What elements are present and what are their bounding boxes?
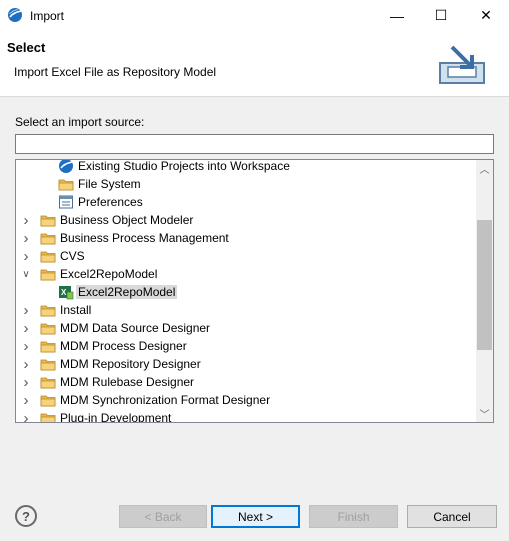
- help-icon[interactable]: ?: [15, 505, 37, 527]
- tree-item-label: File System: [78, 177, 141, 191]
- page-title: Select: [7, 40, 46, 55]
- tree-item-label: Business Object Modeler: [60, 213, 194, 227]
- chevron-right-icon[interactable]: ›: [20, 392, 32, 409]
- chevron-right-icon[interactable]: ›: [20, 248, 32, 265]
- tree-item-label: Plug-in Development: [60, 411, 172, 423]
- chevron-right-icon[interactable]: ›: [20, 356, 32, 373]
- folder-icon: [40, 356, 56, 372]
- vertical-scrollbar[interactable]: ︿ ﹀: [476, 160, 493, 422]
- tree-item-label: CVS: [60, 249, 85, 263]
- close-button[interactable]: ✕: [463, 0, 509, 31]
- chevron-right-icon[interactable]: ›: [20, 302, 32, 319]
- tree-item-label: Excel2RepoModel: [60, 267, 158, 281]
- tree-item-label: Preferences: [78, 195, 143, 209]
- minimize-icon: —: [390, 7, 404, 24]
- import-source-label: Select an import source:: [15, 115, 145, 129]
- folder-icon: [40, 302, 56, 318]
- folder-icon: [40, 374, 56, 390]
- folder-icon: [40, 230, 56, 246]
- back-button[interactable]: < Back: [119, 505, 207, 528]
- tree-item[interactable]: › MDM Repository Designer: [16, 355, 476, 373]
- tree-item-label: MDM Rulebase Designer: [60, 375, 195, 389]
- import-source-tree[interactable]: › Plug-in Development › MDM Synchronization…: [15, 159, 494, 423]
- tree-item[interactable]: File System: [16, 175, 476, 193]
- tree-item-label: MDM Synchronization Format Designer: [60, 393, 271, 407]
- cancel-button[interactable]: Cancel: [407, 505, 497, 528]
- folder-icon: [58, 176, 74, 192]
- chevron-right-icon[interactable]: ›: [20, 212, 32, 229]
- chevron-down-icon[interactable]: ∨: [20, 267, 32, 281]
- preferences-icon: [58, 194, 74, 210]
- scroll-down-arrow-icon[interactable]: ﹀: [476, 405, 493, 422]
- tree-item[interactable]: › MDM Synchronization Format Designer: [16, 391, 476, 409]
- chevron-right-icon[interactable]: ›: [20, 320, 32, 337]
- tree-item[interactable]: › Business Process Management: [16, 229, 476, 247]
- tree-item[interactable]: › MDM Process Designer: [16, 337, 476, 355]
- tree-item-label: MDM Process Designer: [60, 339, 187, 353]
- filter-input[interactable]: [15, 134, 494, 154]
- minimize-button[interactable]: —: [374, 0, 420, 31]
- tree-item-label: MDM Repository Designer: [60, 357, 201, 371]
- tree-item[interactable]: › Plug-in Development: [16, 409, 476, 423]
- wizard-header: Select Import Excel File as Repository M…: [0, 31, 509, 97]
- folder-icon: [40, 410, 56, 422]
- folder-icon: [40, 248, 56, 264]
- tree-item[interactable]: X Excel2RepoModel: [16, 283, 476, 301]
- page-description: Import Excel File as Repository Model: [14, 65, 217, 79]
- folder-icon: [40, 338, 56, 354]
- tree-item[interactable]: › Business Object Modeler: [16, 211, 476, 229]
- title-bar: Import — ☐ ✕: [0, 0, 509, 31]
- scroll-up-arrow-icon[interactable]: ︿: [476, 160, 493, 177]
- tree-item[interactable]: › MDM Data Source Designer: [16, 319, 476, 337]
- import-wizard-icon: [439, 45, 485, 84]
- scroll-thumb[interactable]: [477, 220, 492, 350]
- tree-item[interactable]: › Install: [16, 301, 476, 319]
- studio-globe-icon: [58, 160, 74, 174]
- chevron-right-icon[interactable]: ›: [20, 374, 32, 391]
- chevron-right-icon[interactable]: ›: [20, 410, 32, 423]
- excel-icon: X: [58, 284, 74, 300]
- folder-icon: [40, 266, 56, 282]
- tree-item-label: Install: [60, 303, 92, 317]
- wizard-content: Select an import source: › Plug-in Develo…: [0, 98, 509, 481]
- tree-item[interactable]: › CVS: [16, 247, 476, 265]
- wizard-footer: ? < Back Next > Finish Cancel: [0, 481, 509, 541]
- folder-icon: [40, 320, 56, 336]
- tree-item-label: Existing Studio Projects into Workspace: [78, 159, 290, 173]
- folder-icon: [40, 212, 56, 228]
- tree-item[interactable]: Preferences: [16, 193, 476, 211]
- folder-icon: [40, 392, 56, 408]
- tree-item[interactable]: › MDM Rulebase Designer: [16, 373, 476, 391]
- studio-globe-icon: [8, 8, 22, 22]
- tree-item-label: MDM Data Source Designer: [60, 321, 211, 335]
- svg-text:X: X: [61, 288, 67, 297]
- tree-item-label: Excel2RepoModel: [76, 285, 178, 299]
- chevron-right-icon[interactable]: ›: [20, 338, 32, 355]
- maximize-icon: ☐: [434, 7, 448, 23]
- tree-item-label: Business Process Management: [60, 231, 229, 245]
- tree-item[interactable]: Existing Studio Projects into Workspace: [16, 159, 476, 175]
- finish-button[interactable]: Finish: [309, 505, 398, 528]
- next-button[interactable]: Next >: [211, 505, 300, 528]
- close-icon: ✕: [480, 7, 492, 23]
- chevron-right-icon[interactable]: ›: [20, 230, 32, 247]
- tree-item[interactable]: ∨ Excel2RepoModel: [16, 265, 476, 283]
- maximize-button[interactable]: ☐: [418, 0, 464, 31]
- window-title: Import: [30, 9, 65, 23]
